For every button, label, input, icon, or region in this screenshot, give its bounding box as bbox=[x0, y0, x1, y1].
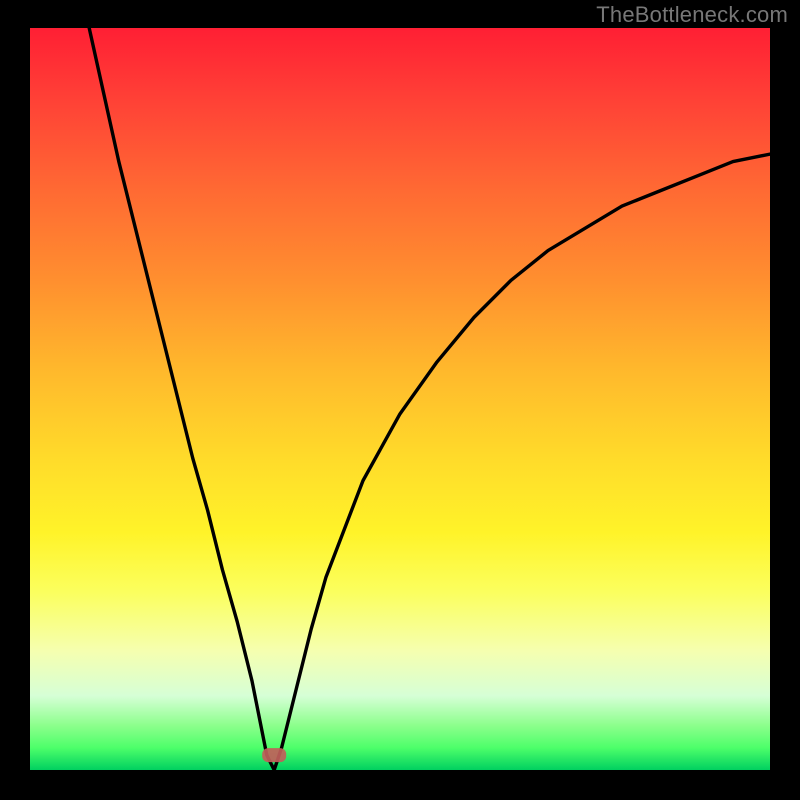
chart-svg bbox=[30, 28, 770, 770]
watermark-text: TheBottleneck.com bbox=[596, 2, 788, 28]
optimum-marker bbox=[262, 748, 286, 762]
plot-area bbox=[30, 28, 770, 770]
bottleneck-curve-line bbox=[89, 28, 770, 770]
chart-container: TheBottleneck.com bbox=[0, 0, 800, 800]
